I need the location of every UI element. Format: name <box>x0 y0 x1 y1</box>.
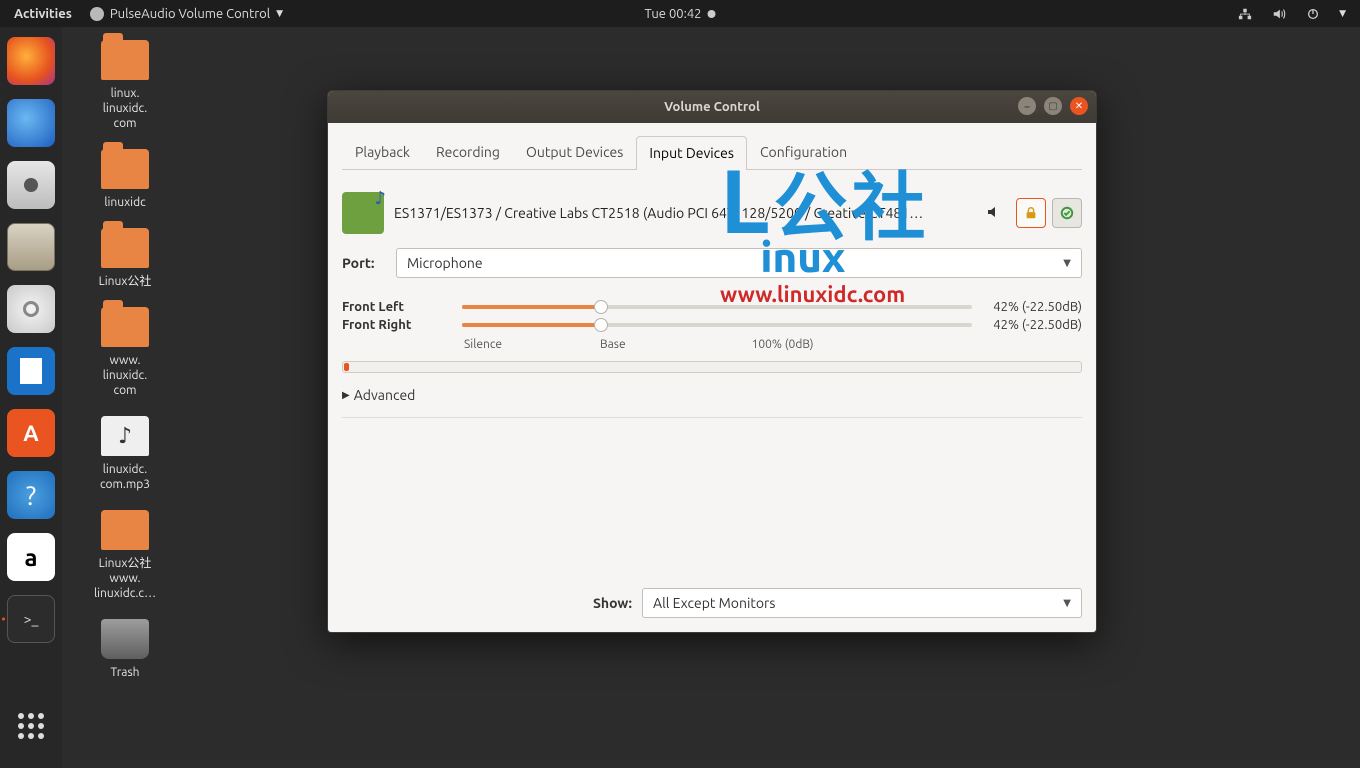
slider-scale-labels: Silence Base 100% (0dB) <box>342 338 1082 351</box>
channel-label: Front Right <box>342 318 452 332</box>
set-default-button[interactable] <box>1052 198 1082 228</box>
folder-icon <box>101 149 149 189</box>
desktop-icon-label: www. linuxidc. com <box>103 353 147 398</box>
show-value: All Except Monitors <box>653 595 775 611</box>
desktop-icon[interactable]: www. linuxidc. com <box>70 307 180 398</box>
lock-channels-button[interactable] <box>1016 198 1046 228</box>
volume-slider[interactable] <box>462 300 972 314</box>
mute-icon[interactable] <box>986 204 1006 223</box>
network-icon <box>1237 6 1253 22</box>
launcher-dock: A ? a >_ <box>0 27 62 768</box>
dock-firefox[interactable] <box>7 37 55 85</box>
advanced-label: Advanced <box>354 387 416 403</box>
desktop-icon[interactable]: ♪ linuxidc. com.mp3 <box>70 416 180 492</box>
desktop-icon-label: linux. linuxidc. com <box>103 86 147 131</box>
chevron-down-icon: ▼ <box>1339 8 1346 19</box>
scale-base: Base <box>600 338 626 351</box>
chevron-down-icon: ▼ <box>276 8 283 19</box>
dock-thunderbird[interactable] <box>7 99 55 147</box>
port-value: Microphone <box>407 255 483 271</box>
volume-icon <box>1271 6 1287 22</box>
tab-configuration[interactable]: Configuration <box>747 135 860 169</box>
power-icon <box>1305 6 1321 22</box>
desktop-icon-label: linuxidc. com.mp3 <box>100 462 150 492</box>
app-menu-label: PulseAudio Volume Control <box>110 7 270 21</box>
system-status-area[interactable]: ▼ <box>1223 6 1360 22</box>
desktop-icon[interactable]: linux. linuxidc. com <box>70 40 180 131</box>
clock[interactable]: Tue 00:42 <box>645 7 716 21</box>
trash-icon <box>101 619 149 659</box>
window-minimize-button[interactable]: – <box>1018 97 1036 115</box>
chevron-down-icon: ▼ <box>1063 597 1071 609</box>
desktop-icon[interactable]: Linux公社 www. linuxidc.c… <box>70 510 180 601</box>
dock-writer[interactable] <box>7 347 55 395</box>
desktop: linux. linuxidc. com linuxidc Linux公社 www. … <box>70 40 180 698</box>
dock-camera[interactable] <box>7 161 55 209</box>
top-panel: Activities PulseAudio Volume Control ▼ T… <box>0 0 1360 27</box>
window-titlebar[interactable]: Volume Control – ▢ ✕ <box>328 91 1096 123</box>
channel-value: 42% (-22.50dB) <box>982 318 1082 332</box>
sound-card-icon <box>342 192 384 234</box>
dock-software[interactable]: A <box>7 409 55 457</box>
channel-value: 42% (-22.50dB) <box>982 300 1082 314</box>
desktop-icon[interactable]: Linux公社 <box>70 228 180 289</box>
folder-icon <box>101 228 149 268</box>
chevron-down-icon: ▼ <box>1063 257 1071 269</box>
scale-hundred: 100% (0dB) <box>752 338 814 351</box>
show-select[interactable]: All Except Monitors ▼ <box>642 588 1082 618</box>
window-close-button[interactable]: ✕ <box>1070 97 1088 115</box>
desktop-icon[interactable]: linuxidc <box>70 149 180 210</box>
device-name: ES1371/ES1373 / Creative Labs CT2518 (Au… <box>394 205 976 221</box>
dock-rhythmbox[interactable] <box>7 285 55 333</box>
volume-control-window: Volume Control – ▢ ✕ PlaybackRecordingOu… <box>327 90 1097 633</box>
volume-slider[interactable] <box>462 318 972 332</box>
port-label: Port: <box>342 255 386 271</box>
window-title: Volume Control <box>664 100 760 114</box>
desktop-icon[interactable]: Trash <box>70 619 180 680</box>
folder-icon <box>101 40 149 80</box>
tab-output-devices[interactable]: Output Devices <box>513 135 636 169</box>
advanced-expander[interactable]: ▶ Advanced <box>342 387 1082 403</box>
channel-label: Front Left <box>342 300 452 314</box>
scale-silence: Silence <box>464 338 502 351</box>
chevron-right-icon: ▶ <box>342 389 350 401</box>
clock-text: Tue 00:42 <box>645 7 702 21</box>
tab-playback[interactable]: Playback <box>342 135 423 169</box>
dock-help[interactable]: ? <box>7 471 55 519</box>
vu-meter <box>342 361 1082 373</box>
app-icon <box>90 7 104 21</box>
tab-recording[interactable]: Recording <box>423 135 513 169</box>
dock-terminal[interactable]: >_ <box>7 595 55 643</box>
file-icon <box>101 510 149 550</box>
notification-dot-icon <box>707 10 715 18</box>
show-label: Show: <box>593 595 632 611</box>
apps-grid-icon <box>18 713 44 739</box>
channel-row: Front Right 42% (-22.50dB) <box>342 318 1082 332</box>
port-select[interactable]: Microphone ▼ <box>396 248 1082 278</box>
dock-apps-grid[interactable] <box>7 702 55 750</box>
tab-bar: PlaybackRecordingOutput DevicesInput Dev… <box>342 135 1082 170</box>
dock-files[interactable] <box>7 223 55 271</box>
desktop-icon-label: linuxidc <box>104 195 145 210</box>
channel-row: Front Left 42% (-22.50dB) <box>342 300 1082 314</box>
tab-input-devices[interactable]: Input Devices <box>636 136 747 170</box>
window-maximize-button[interactable]: ▢ <box>1044 97 1062 115</box>
dock-amazon[interactable]: a <box>7 533 55 581</box>
app-menu[interactable]: PulseAudio Volume Control ▼ <box>90 7 283 21</box>
activities-button[interactable]: Activities <box>14 7 72 21</box>
desktop-icon-label: Trash <box>110 665 139 680</box>
desktop-icon-label: Linux公社 www. linuxidc.c… <box>94 556 156 601</box>
folder-icon <box>101 307 149 347</box>
desktop-icon-label: Linux公社 <box>99 274 152 289</box>
file-icon: ♪ <box>101 416 149 456</box>
